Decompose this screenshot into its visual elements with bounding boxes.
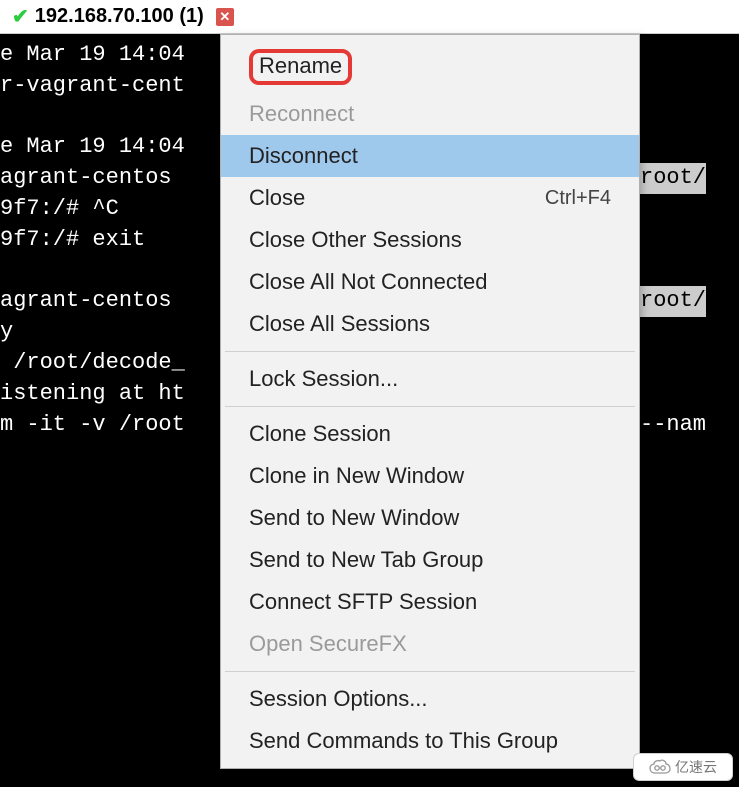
menu-item-label: Close bbox=[249, 185, 305, 211]
menu-item-reconnect: Reconnect bbox=[221, 93, 639, 135]
menu-item-label: Send to New Tab Group bbox=[249, 547, 483, 573]
menu-item-label: Rename bbox=[249, 49, 352, 85]
menu-item-label: Open SecureFX bbox=[249, 631, 407, 657]
menu-item-open-securefx: Open SecureFX bbox=[221, 623, 639, 665]
watermark: 亿速云 bbox=[633, 753, 733, 781]
menu-item-disconnect[interactable]: Disconnect bbox=[221, 135, 639, 177]
menu-item-close[interactable]: Close Ctrl+F4 bbox=[221, 177, 639, 219]
menu-item-clone-in-new-window[interactable]: Clone in New Window bbox=[221, 455, 639, 497]
menu-item-send-to-new-window[interactable]: Send to New Window bbox=[221, 497, 639, 539]
menu-item-label: Close All Not Connected bbox=[249, 269, 487, 295]
menu-item-label: Close Other Sessions bbox=[249, 227, 462, 253]
watermark-text: 亿速云 bbox=[675, 757, 717, 777]
menu-item-label: Session Options... bbox=[249, 686, 428, 712]
menu-item-lock-session[interactable]: Lock Session... bbox=[221, 358, 639, 400]
menu-item-shortcut: Ctrl+F4 bbox=[545, 187, 611, 210]
menu-item-close-all-not-connected[interactable]: Close All Not Connected bbox=[221, 261, 639, 303]
menu-item-clone-session[interactable]: Clone Session bbox=[221, 413, 639, 455]
menu-item-label: Lock Session... bbox=[249, 366, 398, 392]
session-tab[interactable]: ✔ 192.168.70.100 (1) ✕ bbox=[4, 0, 242, 33]
menu-item-label: Reconnect bbox=[249, 101, 354, 127]
menu-item-label: Connect SFTP Session bbox=[249, 589, 477, 615]
cloud-link-icon bbox=[649, 759, 671, 775]
menu-item-label: Close All Sessions bbox=[249, 311, 430, 337]
menu-item-send-commands-to-this-group[interactable]: Send Commands to This Group bbox=[221, 720, 639, 762]
menu-item-session-options[interactable]: Session Options... bbox=[221, 678, 639, 720]
menu-item-label: Clone Session bbox=[249, 421, 391, 447]
menu-item-close-all-sessions[interactable]: Close All Sessions bbox=[221, 303, 639, 345]
menu-item-close-other-sessions[interactable]: Close Other Sessions bbox=[221, 219, 639, 261]
connected-check-icon: ✔ bbox=[12, 4, 29, 29]
tab-title: 192.168.70.100 (1) bbox=[35, 5, 204, 28]
menu-separator bbox=[225, 351, 635, 352]
menu-item-label: Send to New Window bbox=[249, 505, 459, 531]
menu-item-send-to-new-tab-group[interactable]: Send to New Tab Group bbox=[221, 539, 639, 581]
menu-item-label: Clone in New Window bbox=[249, 463, 464, 489]
menu-item-connect-sftp-session[interactable]: Connect SFTP Session bbox=[221, 581, 639, 623]
menu-separator bbox=[225, 671, 635, 672]
tab-bar: ✔ 192.168.70.100 (1) ✕ bbox=[0, 0, 739, 34]
menu-separator bbox=[225, 406, 635, 407]
close-icon[interactable]: ✕ bbox=[216, 8, 234, 26]
menu-item-label: Send Commands to This Group bbox=[249, 728, 558, 754]
menu-item-rename[interactable]: Rename bbox=[221, 41, 639, 93]
tab-context-menu: RenameReconnectDisconnectCloseCtrl+F4Clo… bbox=[220, 34, 640, 769]
menu-item-label: Disconnect bbox=[249, 143, 358, 169]
